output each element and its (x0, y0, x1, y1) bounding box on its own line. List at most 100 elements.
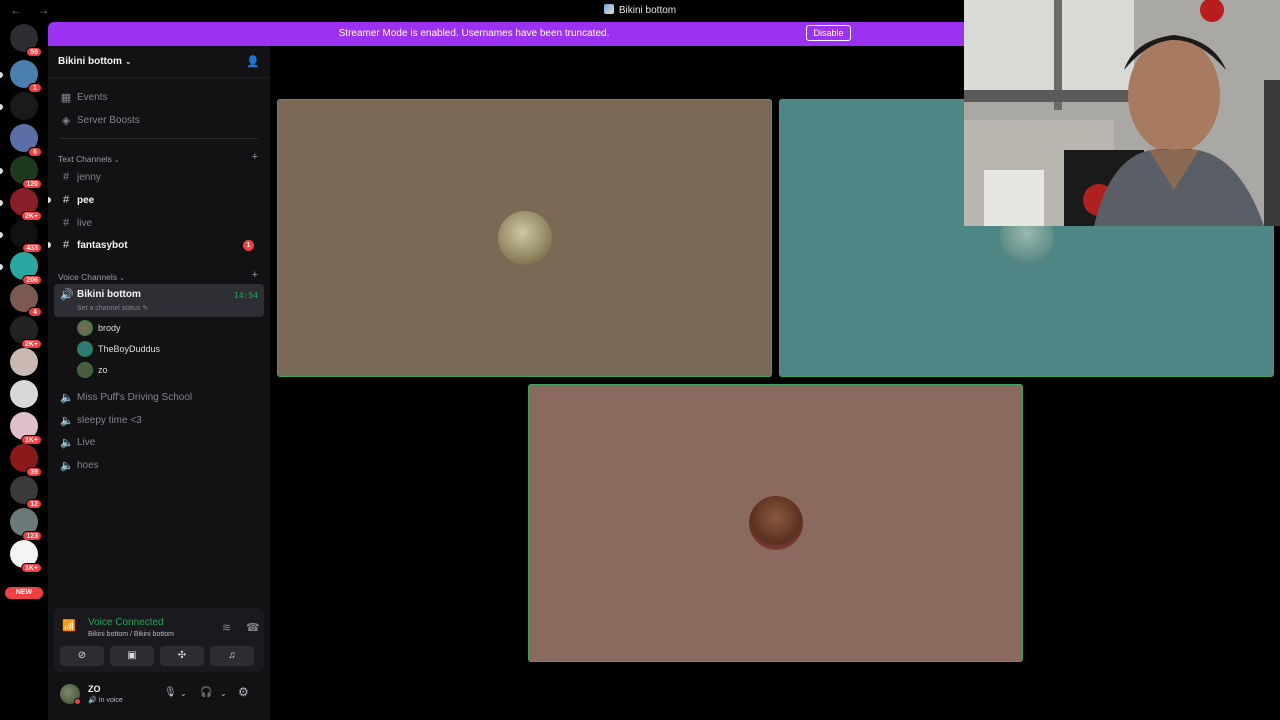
status-dot (74, 698, 81, 705)
chevron-down-icon: ⌄ (113, 157, 120, 164)
voice-connected-panel: 📶 Voice Connected Bikini bottom / Bikini… (54, 608, 264, 672)
server-icon[interactable]: 2K+ (10, 316, 42, 349)
server-icon[interactable] (10, 348, 38, 376)
channel-name: Miss Puff's Driving School (77, 392, 193, 403)
category-text-channels[interactable]: Text Channels ⌄ (58, 154, 120, 164)
create-channel-icon[interactable]: + (252, 151, 258, 163)
notification-badge: 59 (26, 47, 42, 57)
server-icon[interactable] (10, 92, 38, 120)
sidebar-item-events[interactable]: ▦ Events (54, 87, 264, 107)
server-icon[interactable]: 1K+ (10, 412, 42, 445)
unread-indicator (0, 168, 3, 174)
activities-button[interactable]: ✣ (160, 646, 204, 666)
disable-button[interactable]: Disable (806, 25, 851, 41)
server-icon[interactable]: 433 (10, 220, 42, 253)
hash-icon: # (62, 239, 70, 251)
channel-jenny[interactable]: # jenny (54, 167, 264, 187)
channel-fantasybot[interactable]: # fantasybot 1 (54, 235, 264, 255)
server-icon[interactable]: 206 (10, 252, 42, 285)
call-timer: 14:54 (233, 291, 258, 300)
streamer-mode-banner: Streamer Mode is enabled. Usernames have… (48, 22, 964, 46)
server-icon[interactable]: 4 (10, 284, 42, 317)
server-list: 59 1 6 120 2K+ 433 206 4 2K+ 1K+ 39 12 123 1K+ NEW (0, 22, 48, 720)
server-header[interactable]: Bikini bottom ⌄ 👤 (48, 46, 270, 78)
unread-indicator (48, 242, 51, 248)
speaker-icon: 🔈 (60, 415, 74, 427)
user-name[interactable]: ZO (88, 684, 101, 694)
create-channel-icon[interactable]: + (252, 269, 258, 281)
unread-indicator (0, 200, 3, 206)
server-icon[interactable]: 2K+ (10, 188, 42, 221)
unread-indicator (48, 197, 51, 203)
voice-channel-sleepy-time[interactable]: 🔈 sleepy time <3 (54, 410, 264, 430)
notification-badge: 12 (26, 499, 42, 509)
avatar (497, 211, 552, 265)
voice-connected-title: Voice Connected (88, 617, 164, 628)
channel-status[interactable]: Set a channel status ✎ (77, 304, 148, 312)
speaker-icon: 🔊 (88, 697, 97, 704)
speaker-icon: 🔈 (60, 392, 74, 404)
channel-name: Bikini bottom (77, 289, 141, 300)
speaker-icon: 🔊 (60, 289, 74, 301)
video-tile[interactable] (528, 384, 1023, 662)
sidebar-item-label: Server Boosts (77, 115, 140, 126)
new-badge[interactable]: NEW (5, 587, 43, 599)
disconnect-icon[interactable]: ☎ (246, 621, 260, 634)
hash-icon: # (62, 171, 70, 183)
notification-badge: 39 (26, 467, 42, 477)
chevron-down-icon[interactable]: ⌄ (220, 689, 227, 698)
screen-share-button[interactable]: ▣ (110, 646, 154, 666)
unread-indicator (0, 72, 3, 78)
notification-badge: 1 (28, 83, 42, 93)
noise-suppression-icon[interactable]: ≋ (222, 621, 231, 634)
server-icon[interactable]: 1K+ (10, 540, 42, 573)
invite-people-icon[interactable]: 👤 (246, 55, 260, 68)
chevron-down-icon: ⌄ (119, 275, 125, 282)
server-icon[interactable]: 39 (10, 444, 42, 477)
category-voice-channels[interactable]: Voice Channels ⌄ (58, 272, 125, 282)
avatar (77, 320, 93, 336)
camera-button[interactable]: ⊘ (60, 646, 104, 666)
headphones-icon[interactable]: 🎧 (200, 687, 212, 698)
voice-user[interactable]: TheBoyDuddus (77, 340, 227, 358)
channel-pee[interactable]: # pee (54, 190, 264, 210)
video-tile[interactable] (277, 99, 772, 377)
voice-user-name: zo (98, 365, 108, 375)
voice-location[interactable]: Bikini bottom / Bikini bottom (88, 631, 174, 638)
voice-channel-miss-puffs[interactable]: 🔈 Miss Puff's Driving School (54, 387, 264, 407)
hash-icon: # (62, 194, 70, 206)
notification-badge: 6 (28, 147, 42, 157)
voice-channel-live[interactable]: 🔈 Live (54, 432, 264, 452)
avatar (748, 496, 803, 550)
server-icon[interactable] (10, 380, 38, 408)
voice-user[interactable]: brody (77, 319, 227, 337)
server-icon[interactable]: 120 (10, 156, 42, 189)
signal-icon[interactable]: 📶 (62, 619, 76, 632)
microphone-icon[interactable]: 🎙 (164, 687, 177, 698)
gear-icon[interactable]: ⚙ (238, 685, 249, 699)
server-icon[interactable]: 123 (10, 508, 42, 541)
channel-live[interactable]: # live (54, 213, 264, 233)
avatar (77, 341, 93, 357)
server-name-text: Bikini bottom (58, 56, 122, 67)
soundboard-button[interactable]: ♫ (210, 646, 254, 666)
server-name[interactable]: Bikini bottom ⌄ (58, 56, 132, 67)
sidebar-item-server-boosts[interactable]: ◈ Server Boosts (54, 110, 264, 130)
chevron-down-icon[interactable]: ⌄ (180, 689, 187, 698)
server-icon[interactable]: 59 (10, 24, 42, 57)
server-icon[interactable]: 12 (10, 476, 42, 509)
voice-user-name: brody (98, 323, 121, 333)
server-icon[interactable]: 1 (10, 60, 42, 93)
server-icon[interactable]: 6 (10, 124, 42, 157)
user-panel: ZO 🔊 In voice 🎙 ⌄ 🎧 ⌄ ⚙ (48, 676, 270, 720)
boost-icon: ◈ (61, 115, 71, 127)
user-status: 🔊 In voice (88, 696, 123, 704)
voice-user[interactable]: zo (77, 361, 227, 379)
voice-channel-bikini-bottom[interactable]: 🔊 Bikini bottom 14:54 Set a channel stat… (54, 284, 264, 317)
chevron-down-icon: ⌄ (124, 57, 132, 66)
webcam-image (964, 0, 1280, 226)
channel-name: jenny (77, 172, 101, 183)
voice-channel-hoes[interactable]: 🔈 hoes (54, 455, 264, 475)
channel-name: hoes (77, 460, 99, 471)
calendar-icon: ▦ (60, 92, 72, 104)
